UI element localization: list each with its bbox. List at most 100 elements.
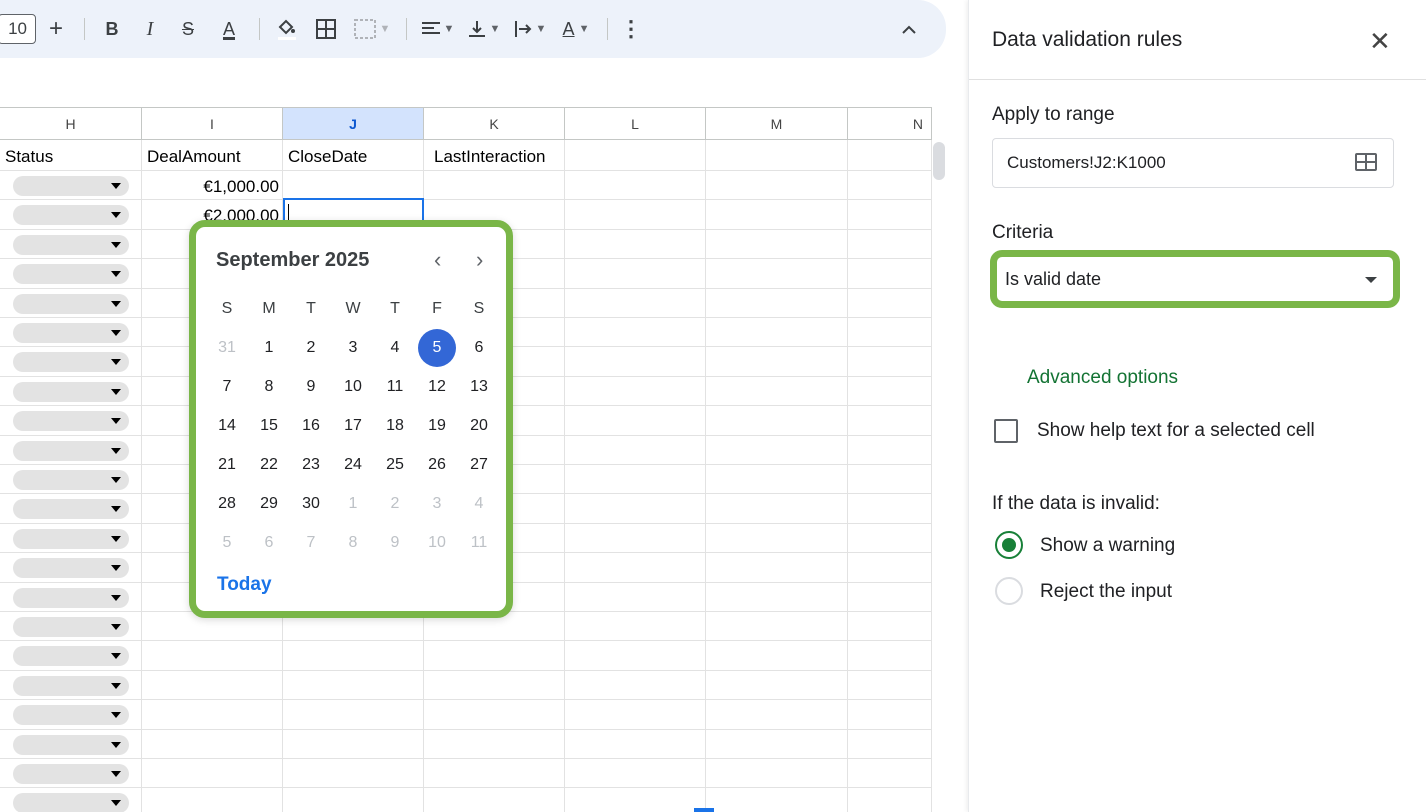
criteria-dropdown[interactable]: Is valid date <box>990 250 1400 308</box>
text-wrap-icon[interactable]: ▼ <box>507 13 553 45</box>
column-header-k[interactable]: K <box>424 107 565 140</box>
calendar-day[interactable]: 28 <box>206 495 248 513</box>
strikethrough-button[interactable]: S <box>169 13 207 45</box>
criteria-value[interactable]: Is valid date <box>1005 269 1101 290</box>
show-warning-radio[interactable] <box>995 531 1023 559</box>
calendar-day[interactable]: 21 <box>206 456 248 474</box>
select-range-icon[interactable] <box>1355 153 1377 171</box>
status-dropdown-chip[interactable] <box>13 205 129 225</box>
status-dropdown-chip[interactable] <box>13 470 129 490</box>
calendar-day[interactable]: 9 <box>374 534 416 552</box>
calendar-day[interactable]: 7 <box>290 534 332 552</box>
status-dropdown-chip[interactable] <box>13 235 129 255</box>
calendar-day[interactable]: 15 <box>248 417 290 435</box>
advanced-options-toggle[interactable]: Advanced options <box>1027 367 1178 389</box>
calendar-day[interactable]: 11 <box>374 378 416 396</box>
help-text-checkbox[interactable] <box>994 419 1018 443</box>
status-dropdown-chip[interactable] <box>13 588 129 608</box>
increase-font-size-button[interactable]: + <box>36 13 76 45</box>
calendar-day[interactable]: 16 <box>290 417 332 435</box>
calendar-day[interactable]: 18 <box>374 417 416 435</box>
calendar-day[interactable]: 3 <box>332 339 374 357</box>
text-color-button[interactable]: A <box>207 13 251 45</box>
range-input[interactable]: Customers!J2:K1000 <box>992 138 1394 188</box>
calendar-day[interactable]: 30 <box>290 495 332 513</box>
align-left-icon[interactable]: ▼ <box>415 13 461 45</box>
calendar-day[interactable]: 3 <box>416 495 458 513</box>
status-dropdown-chip[interactable] <box>13 294 129 314</box>
column-header-m[interactable]: M <box>706 107 848 140</box>
status-dropdown-chip[interactable] <box>13 793 129 812</box>
range-value[interactable]: Customers!J2:K1000 <box>1007 153 1166 173</box>
next-month-button[interactable]: › <box>476 247 483 273</box>
borders-icon[interactable] <box>306 13 346 45</box>
status-dropdown-chip[interactable] <box>13 764 129 784</box>
calendar-day[interactable]: 1 <box>248 339 290 357</box>
reject-input-label[interactable]: Reject the input <box>1040 581 1172 603</box>
calendar-day[interactable]: 7 <box>206 378 248 396</box>
column-header-n[interactable]: N <box>848 107 932 140</box>
status-dropdown-chip[interactable] <box>13 705 129 725</box>
calendar-day[interactable]: 13 <box>458 378 500 396</box>
status-dropdown-chip[interactable] <box>13 617 129 637</box>
calendar-day[interactable]: 2 <box>290 339 332 357</box>
calendar-day[interactable]: 17 <box>332 417 374 435</box>
calendar-day[interactable]: 8 <box>248 378 290 396</box>
italic-button[interactable]: I <box>131 13 169 45</box>
status-dropdown-chip[interactable] <box>13 264 129 284</box>
cell-deal-amount[interactable]: €1,000.00 <box>203 177 279 197</box>
calendar-day[interactable]: 19 <box>416 417 458 435</box>
column-header-h[interactable]: H <box>0 107 142 140</box>
font-size-input[interactable]: 10 <box>0 14 36 44</box>
reject-input-radio[interactable] <box>995 577 1023 605</box>
status-dropdown-chip[interactable] <box>13 441 129 461</box>
calendar-day[interactable]: 6 <box>458 339 500 357</box>
calendar-day[interactable]: 2 <box>374 495 416 513</box>
status-dropdown-chip[interactable] <box>13 352 129 372</box>
calendar-day[interactable]: 11 <box>458 534 500 552</box>
calendar-day[interactable]: 14 <box>206 417 248 435</box>
show-warning-label[interactable]: Show a warning <box>1040 535 1175 557</box>
column-header-j[interactable]: J <box>283 107 424 140</box>
close-icon[interactable]: ✕ <box>1369 26 1391 57</box>
more-vert-icon[interactable]: ⋮ <box>616 13 646 45</box>
calendar-day[interactable]: 1 <box>332 495 374 513</box>
status-dropdown-chip[interactable] <box>13 176 129 196</box>
status-dropdown-chip[interactable] <box>13 529 129 549</box>
status-dropdown-chip[interactable] <box>13 411 129 431</box>
calendar-day[interactable]: 9 <box>290 378 332 396</box>
status-dropdown-chip[interactable] <box>13 382 129 402</box>
chevron-up-icon[interactable] <box>894 13 924 45</box>
status-dropdown-chip[interactable] <box>13 735 129 755</box>
calendar-day[interactable]: 5 <box>206 534 248 552</box>
calendar-day[interactable]: 23 <box>290 456 332 474</box>
paint-bucket-icon[interactable] <box>268 13 306 45</box>
text-rotate-icon[interactable]: A ▼ <box>553 13 599 45</box>
calendar-day[interactable]: 6 <box>248 534 290 552</box>
previous-month-button[interactable]: ‹ <box>434 247 441 273</box>
calendar-day[interactable]: 4 <box>458 495 500 513</box>
calendar-day[interactable]: 20 <box>458 417 500 435</box>
calendar-day[interactable]: 25 <box>374 456 416 474</box>
cell-dealamount-header[interactable]: DealAmount <box>147 147 241 167</box>
calendar-day[interactable]: 10 <box>416 534 458 552</box>
calendar-day[interactable]: 31 <box>206 339 248 357</box>
bold-button[interactable]: B <box>93 13 131 45</box>
cell-closedate-header[interactable]: CloseDate <box>288 147 367 167</box>
status-dropdown-chip[interactable] <box>13 558 129 578</box>
status-dropdown-chip[interactable] <box>13 323 129 343</box>
calendar-day[interactable]: 22 <box>248 456 290 474</box>
dropdown-caret-icon[interactable] <box>1365 277 1377 283</box>
calendar-day[interactable]: 8 <box>332 534 374 552</box>
column-header-i[interactable]: I <box>142 107 283 140</box>
calendar-day[interactable]: 4 <box>374 339 416 357</box>
calendar-day[interactable]: 26 <box>416 456 458 474</box>
column-header-l[interactable]: L <box>565 107 706 140</box>
status-dropdown-chip[interactable] <box>13 646 129 666</box>
status-dropdown-chip[interactable] <box>13 676 129 696</box>
cell-lastinteraction-header[interactable]: LastInteraction <box>434 147 546 167</box>
valign-bottom-icon[interactable]: ▼ <box>461 13 507 45</box>
calendar-day[interactable]: 24 <box>332 456 374 474</box>
calendar-day[interactable]: 27 <box>458 456 500 474</box>
merge-cells-icon[interactable]: ▼ <box>346 13 398 45</box>
